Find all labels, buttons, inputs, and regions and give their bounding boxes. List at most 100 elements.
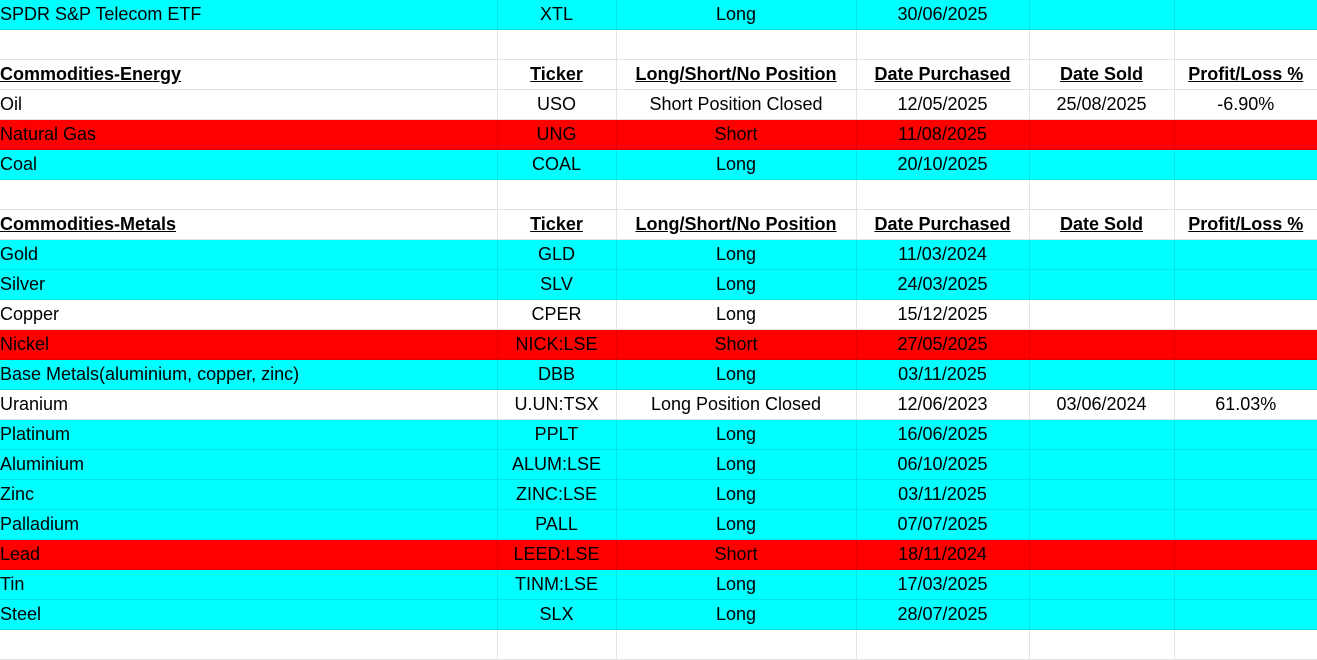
cell-date-purchased[interactable]: 16/06/2025 [856, 419, 1030, 450]
cell-name[interactable]: Natural Gas [0, 119, 498, 150]
cell-position[interactable]: Long Position Closed [616, 389, 857, 420]
cell-ticker[interactable]: Ticker [497, 59, 617, 90]
cell-profit-loss[interactable] [1174, 419, 1317, 450]
cell-name[interactable] [0, 629, 498, 660]
cell-profit-loss[interactable] [1174, 539, 1317, 570]
cell-profit-loss[interactable] [1174, 269, 1317, 300]
cell-name[interactable]: Gold [0, 239, 498, 270]
cell-name[interactable]: Base Metals(aluminium, copper, zinc) [0, 359, 498, 390]
cell-position[interactable]: Long/Short/No Position [616, 59, 857, 90]
cell-name[interactable]: Palladium [0, 509, 498, 540]
cell-date-sold[interactable]: Date Sold [1029, 209, 1175, 240]
cell-date-purchased[interactable]: 12/05/2025 [856, 89, 1030, 120]
cell-date-sold[interactable] [1029, 29, 1175, 60]
cell-name[interactable]: Aluminium [0, 449, 498, 480]
cell-date-sold[interactable]: Date Sold [1029, 59, 1175, 90]
cell-position[interactable]: Long/Short/No Position [616, 209, 857, 240]
cell-ticker[interactable]: GLD [497, 239, 617, 270]
cell-name[interactable]: Copper [0, 299, 498, 330]
cell-date-purchased[interactable]: 24/03/2025 [856, 269, 1030, 300]
cell-position[interactable]: Long [616, 479, 857, 510]
cell-name[interactable]: Commodities-Metals [0, 209, 498, 240]
cell-ticker[interactable]: PALL [497, 509, 617, 540]
cell-profit-loss[interactable] [1174, 599, 1317, 630]
cell-name[interactable]: Platinum [0, 419, 498, 450]
cell-date-purchased[interactable]: Date Purchased [856, 59, 1030, 90]
cell-name[interactable] [0, 29, 498, 60]
cell-position[interactable]: Long [616, 239, 857, 270]
cell-date-purchased[interactable]: 06/10/2025 [856, 449, 1030, 480]
cell-date-purchased[interactable]: 11/08/2025 [856, 119, 1030, 150]
cell-ticker[interactable]: LEED:LSE [497, 539, 617, 570]
cell-date-sold[interactable] [1029, 239, 1175, 270]
cell-date-purchased[interactable]: 15/12/2025 [856, 299, 1030, 330]
cell-name[interactable]: Coal [0, 149, 498, 180]
cell-ticker[interactable] [497, 629, 617, 660]
cell-ticker[interactable]: PPLT [497, 419, 617, 450]
cell-position[interactable]: Long [616, 299, 857, 330]
cell-date-sold[interactable] [1029, 539, 1175, 570]
cell-date-purchased[interactable] [856, 29, 1030, 60]
cell-date-purchased[interactable]: 03/11/2025 [856, 479, 1030, 510]
cell-position[interactable]: Long [616, 509, 857, 540]
cell-date-purchased[interactable] [856, 179, 1030, 210]
cell-position[interactable]: Short [616, 539, 857, 570]
cell-ticker[interactable] [497, 179, 617, 210]
cell-name[interactable]: Commodities-Energy [0, 59, 498, 90]
cell-ticker[interactable]: USO [497, 89, 617, 120]
cell-position[interactable]: Long [616, 569, 857, 600]
cell-date-sold[interactable] [1029, 569, 1175, 600]
cell-date-sold[interactable] [1029, 119, 1175, 150]
cell-date-purchased[interactable]: 28/07/2025 [856, 599, 1030, 630]
cell-date-purchased[interactable] [856, 629, 1030, 660]
cell-name[interactable]: Zinc [0, 479, 498, 510]
cell-ticker[interactable]: ZINC:LSE [497, 479, 617, 510]
cell-profit-loss[interactable] [1174, 509, 1317, 540]
cell-profit-loss[interactable] [1174, 629, 1317, 660]
cell-name[interactable]: Steel [0, 599, 498, 630]
cell-name[interactable]: SPDR S&P Telecom ETF [0, 0, 498, 30]
cell-date-purchased[interactable]: 18/11/2024 [856, 539, 1030, 570]
cell-ticker[interactable]: DBB [497, 359, 617, 390]
cell-position[interactable] [616, 29, 857, 60]
cell-date-purchased[interactable]: 12/06/2023 [856, 389, 1030, 420]
cell-date-sold[interactable] [1029, 509, 1175, 540]
cell-date-purchased[interactable]: 20/10/2025 [856, 149, 1030, 180]
cell-position[interactable]: Short Position Closed [616, 89, 857, 120]
cell-date-sold[interactable] [1029, 329, 1175, 360]
cell-profit-loss[interactable] [1174, 569, 1317, 600]
cell-date-purchased[interactable]: 27/05/2025 [856, 329, 1030, 360]
cell-ticker[interactable]: Ticker [497, 209, 617, 240]
cell-date-sold[interactable]: 25/08/2025 [1029, 89, 1175, 120]
cell-date-sold[interactable] [1029, 359, 1175, 390]
cell-date-purchased[interactable]: 07/07/2025 [856, 509, 1030, 540]
cell-profit-loss[interactable] [1174, 239, 1317, 270]
cell-name[interactable]: Uranium [0, 389, 498, 420]
cell-profit-loss[interactable] [1174, 359, 1317, 390]
cell-profit-loss[interactable] [1174, 29, 1317, 60]
cell-ticker[interactable]: ALUM:LSE [497, 449, 617, 480]
cell-profit-loss[interactable]: Profit/Loss % [1174, 59, 1317, 90]
cell-position[interactable] [616, 629, 857, 660]
cell-profit-loss[interactable] [1174, 299, 1317, 330]
cell-profit-loss[interactable]: 61.03% [1174, 389, 1317, 420]
cell-date-purchased[interactable]: 03/11/2025 [856, 359, 1030, 390]
cell-profit-loss[interactable] [1174, 119, 1317, 150]
cell-profit-loss[interactable] [1174, 329, 1317, 360]
cell-date-sold[interactable] [1029, 629, 1175, 660]
cell-name[interactable]: Silver [0, 269, 498, 300]
cell-date-purchased[interactable]: 30/06/2025 [856, 0, 1030, 30]
cell-date-sold[interactable]: 03/06/2024 [1029, 389, 1175, 420]
cell-date-sold[interactable] [1029, 299, 1175, 330]
cell-profit-loss[interactable] [1174, 149, 1317, 180]
cell-position[interactable]: Long [616, 599, 857, 630]
cell-ticker[interactable]: U.UN:TSX [497, 389, 617, 420]
cell-ticker[interactable]: SLV [497, 269, 617, 300]
cell-profit-loss[interactable]: -6.90% [1174, 89, 1317, 120]
cell-name[interactable] [0, 179, 498, 210]
cell-position[interactable]: Short [616, 119, 857, 150]
cell-name[interactable]: Nickel [0, 329, 498, 360]
cell-ticker[interactable] [497, 29, 617, 60]
cell-position[interactable] [616, 179, 857, 210]
cell-position[interactable]: Long [616, 359, 857, 390]
